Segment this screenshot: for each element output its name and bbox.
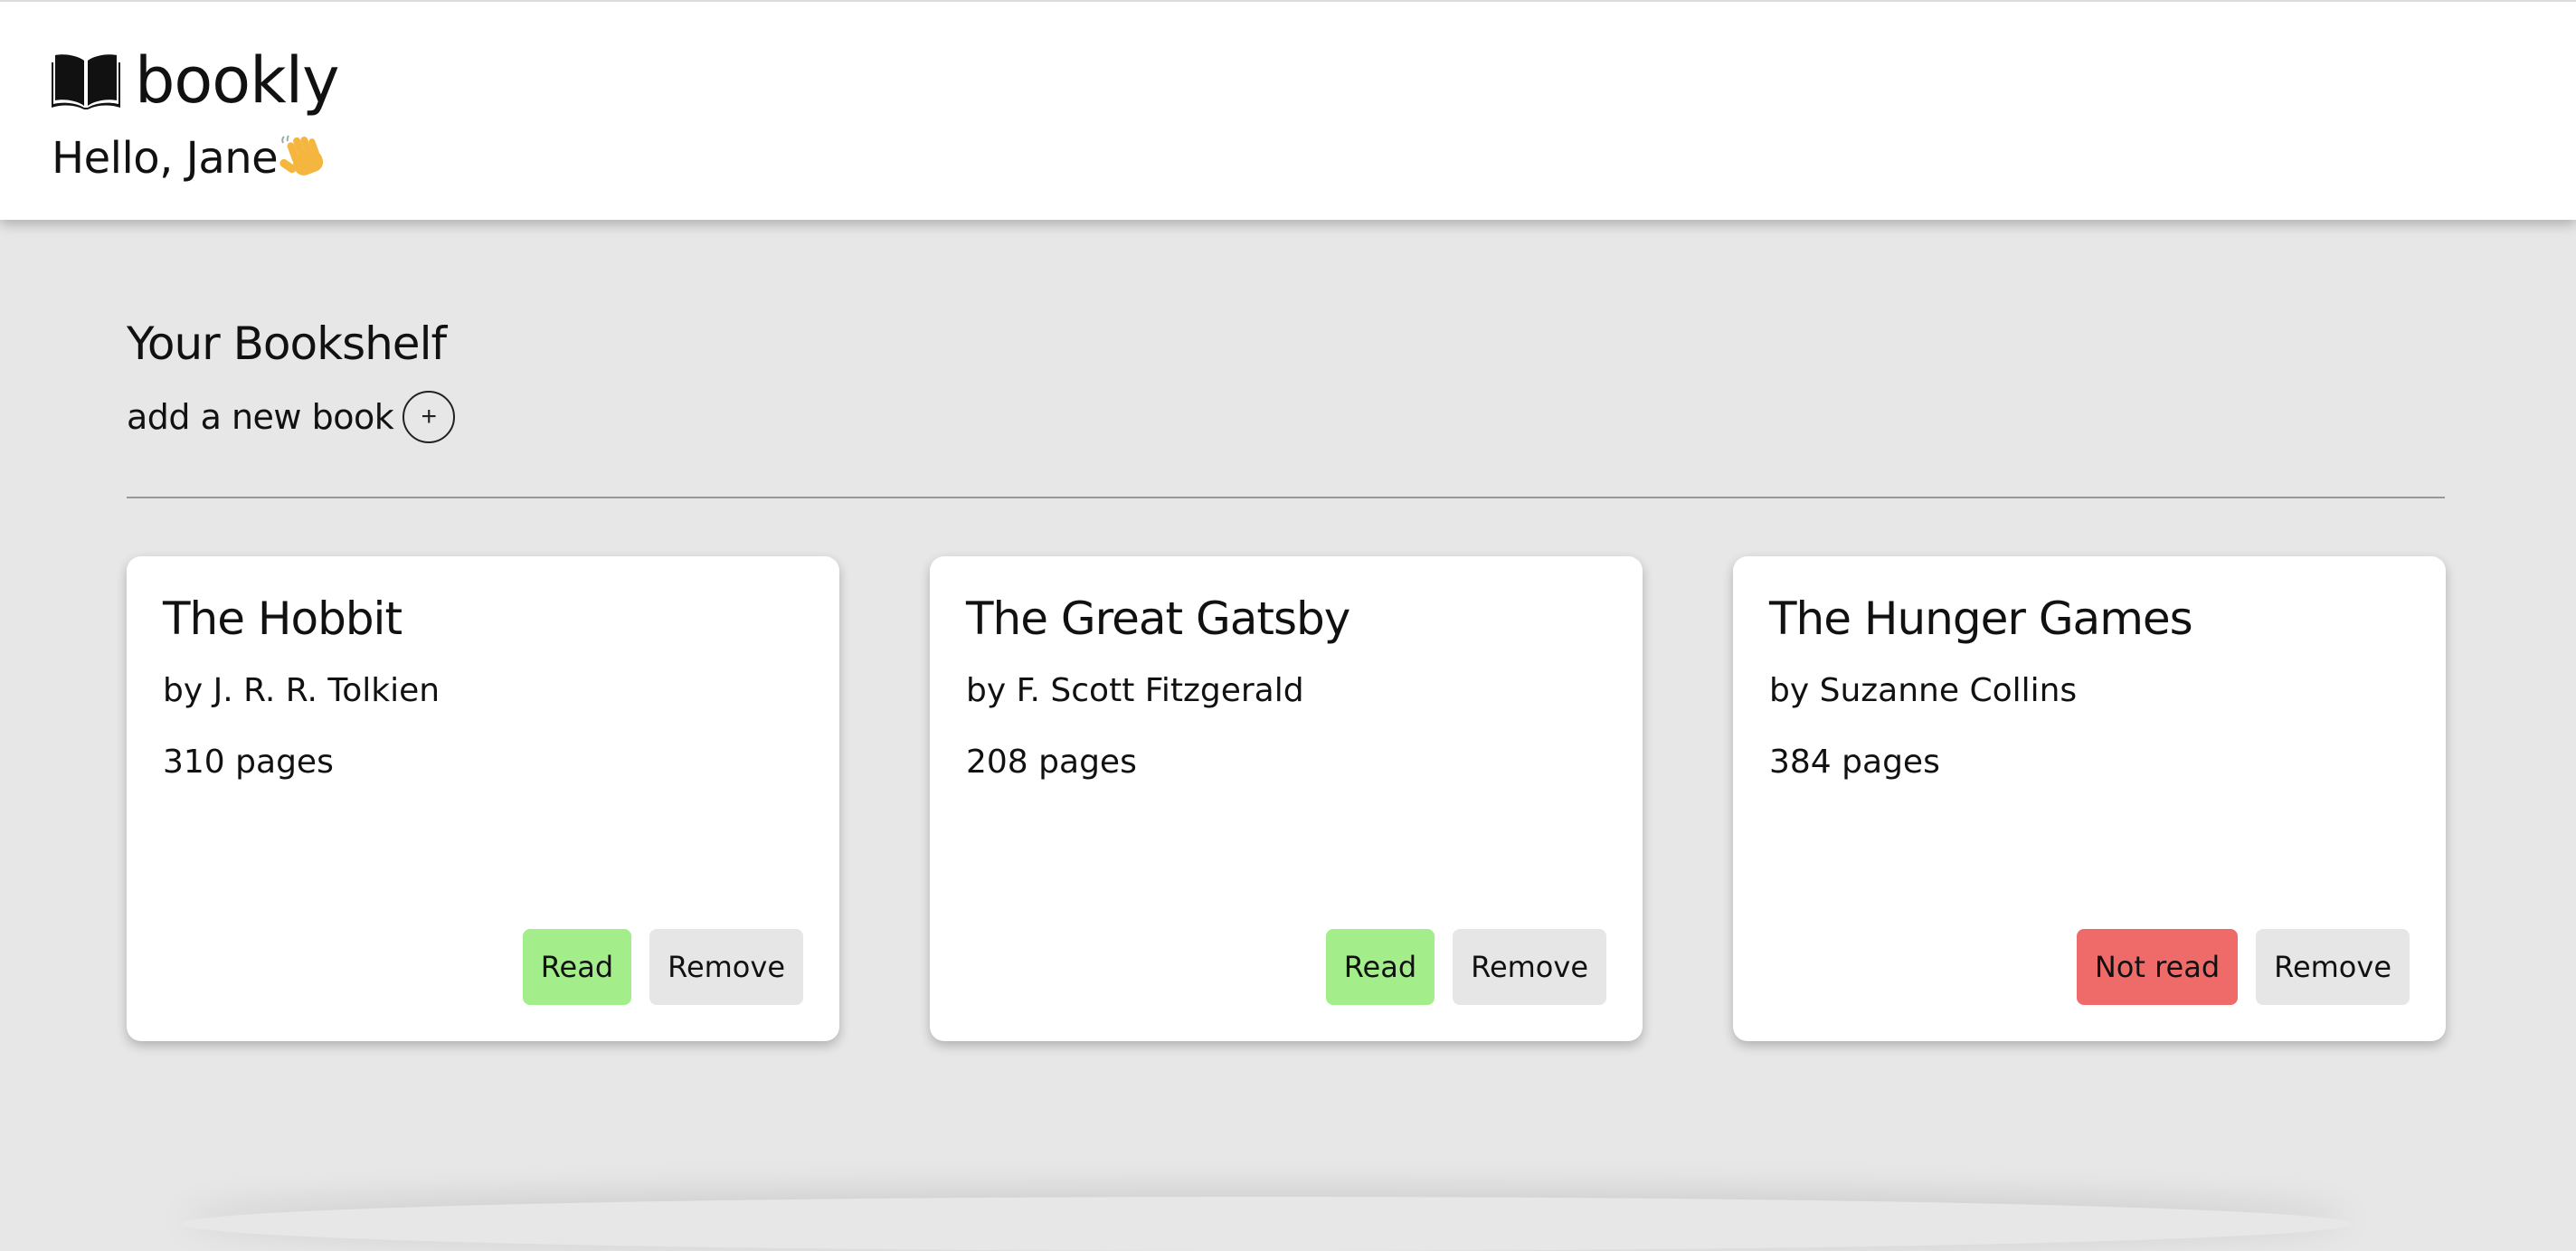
user-greeting: Hello, Jane bbox=[52, 128, 325, 188]
greeting-text: Hello, Jane bbox=[52, 133, 279, 184]
add-book-button[interactable]: + bbox=[402, 391, 456, 443]
app-name: bookly bbox=[135, 43, 339, 118]
book-title: The Hobbit bbox=[163, 592, 402, 645]
main-content: Your Bookshelf add a new book + The Hobb… bbox=[0, 220, 2576, 1219]
app-logo[interactable]: bookly bbox=[52, 40, 339, 121]
card-actions: Read Remove bbox=[1325, 929, 1606, 1005]
book-author: by F. Scott Fitzgerald bbox=[966, 672, 1304, 709]
book-title: The Great Gatsby bbox=[966, 592, 1350, 645]
book-pages: 310 pages bbox=[163, 744, 334, 781]
read-status-button[interactable]: Not read bbox=[2076, 929, 2239, 1005]
book-card: The Great Gatsby by F. Scott Fitzgerald … bbox=[930, 556, 1643, 1041]
book-author: by Suzanne Collins bbox=[1769, 672, 2078, 709]
bottom-panel-shadow bbox=[181, 1197, 2352, 1251]
read-status-button[interactable]: Read bbox=[1325, 929, 1435, 1005]
card-actions: Read Remove bbox=[522, 929, 803, 1005]
open-book-icon bbox=[52, 54, 120, 109]
waving-hand-icon bbox=[279, 135, 324, 175]
add-book-row: add a new book + bbox=[127, 388, 456, 446]
book-title: The Hunger Games bbox=[1769, 592, 2193, 645]
card-actions: Not read Remove bbox=[2076, 929, 2410, 1005]
book-pages: 208 pages bbox=[966, 744, 1137, 781]
book-author: by J. R. R. Tolkien bbox=[163, 672, 440, 709]
bookshelf-title: Your Bookshelf bbox=[127, 317, 447, 370]
remove-button[interactable]: Remove bbox=[1453, 929, 1606, 1005]
add-book-label: add a new book bbox=[127, 397, 394, 437]
book-pages: 384 pages bbox=[1769, 744, 1940, 781]
book-card: The Hobbit by J. R. R. Tolkien 310 pages… bbox=[127, 556, 839, 1041]
remove-button[interactable]: Remove bbox=[2256, 929, 2410, 1005]
book-card: The Hunger Games by Suzanne Collins 384 … bbox=[1733, 556, 2446, 1041]
divider bbox=[127, 497, 2445, 498]
remove-button[interactable]: Remove bbox=[649, 929, 803, 1005]
read-status-button[interactable]: Read bbox=[522, 929, 632, 1005]
app-header: bookly Hello, Jane bbox=[0, 0, 2576, 220]
